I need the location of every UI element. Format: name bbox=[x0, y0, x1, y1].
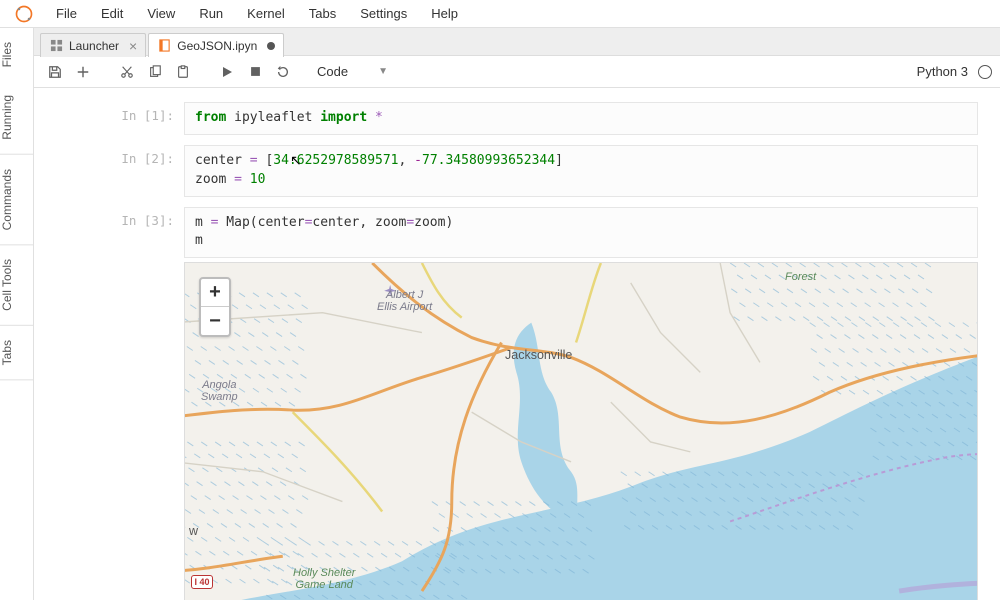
menu-kernel[interactable]: Kernel bbox=[235, 2, 297, 25]
menu-tabs[interactable]: Tabs bbox=[297, 2, 348, 25]
code-input[interactable]: center = [34.6252978589571, -77.34580993… bbox=[184, 145, 978, 197]
map-label-angola: AngolaSwamp bbox=[201, 379, 238, 403]
kernel-indicator-icon[interactable] bbox=[978, 65, 992, 79]
body: FilesRunningCommandsCell ToolsTabs Launc… bbox=[0, 28, 1000, 600]
cell-body: from ipyleaflet import * bbox=[184, 102, 978, 135]
tab-label: Launcher bbox=[69, 39, 119, 53]
menu-settings[interactable]: Settings bbox=[348, 2, 419, 25]
save-button[interactable] bbox=[42, 60, 68, 84]
map-label-holly: Holly ShelterGame Land bbox=[293, 567, 355, 591]
cell-type-select[interactable]: Code ▼ bbox=[310, 61, 395, 82]
cell[interactable]: In [3]:m = Map(center=center, zoom=zoom)… bbox=[34, 205, 1000, 600]
cell-prompt: In [1]: bbox=[34, 102, 184, 135]
kernel-name[interactable]: Python 3 bbox=[917, 64, 968, 79]
menu-edit[interactable]: Edit bbox=[89, 2, 135, 25]
leaflet-map[interactable]: +− Forest Jacksonville Albert JEllis Airpor… bbox=[184, 262, 978, 600]
paste-button[interactable] bbox=[170, 60, 196, 84]
notebook-area[interactable]: In [1]:from ipyleaflet import *In [2]:ce… bbox=[34, 88, 1000, 600]
sidebar-tab-commands[interactable]: Commands bbox=[0, 155, 33, 245]
copy-button[interactable] bbox=[142, 60, 168, 84]
dirty-indicator-icon bbox=[267, 42, 275, 50]
cell-body: m = Map(center=center, zoom=zoom) m +− Fo… bbox=[184, 207, 978, 600]
code-input[interactable]: m = Map(center=center, zoom=zoom) m bbox=[184, 207, 978, 259]
tab-geojson-ipyn[interactable]: GeoJSON.ipyn bbox=[148, 33, 284, 57]
left-sidebar: FilesRunningCommandsCell ToolsTabs bbox=[0, 28, 34, 600]
close-icon[interactable]: × bbox=[129, 38, 137, 54]
jupyter-logo[interactable] bbox=[12, 2, 36, 26]
cell[interactable]: In [1]:from ipyleaflet import * bbox=[34, 100, 1000, 137]
zoom-out-button[interactable]: − bbox=[201, 307, 229, 335]
map-label-jacksonville: Jacksonville bbox=[505, 349, 572, 363]
tab-strip: Launcher × GeoJSON.ipyn bbox=[34, 28, 1000, 56]
menubar: FileEditViewRunKernelTabsSettingsHelp bbox=[0, 0, 1000, 28]
restart-button[interactable] bbox=[270, 60, 296, 84]
menu-file[interactable]: File bbox=[44, 2, 89, 25]
tab-launcher[interactable]: Launcher × bbox=[40, 33, 146, 57]
sidebar-tab-files[interactable]: Files bbox=[0, 28, 33, 81]
highway-shield-icon: I 40 bbox=[191, 575, 213, 589]
cut-button[interactable] bbox=[114, 60, 140, 84]
app-root: FileEditViewRunKernelTabsSettingsHelp Fi… bbox=[0, 0, 1000, 600]
menu-run[interactable]: Run bbox=[187, 2, 235, 25]
sidebar-tab-tabs[interactable]: Tabs bbox=[0, 326, 33, 380]
zoom-control: +− bbox=[199, 277, 231, 337]
menu-help[interactable]: Help bbox=[419, 2, 470, 25]
sidebar-tab-cell-tools[interactable]: Cell Tools bbox=[0, 245, 33, 326]
cell-body: center = [34.6252978589571, -77.34580993… bbox=[184, 145, 978, 197]
notebook-toolbar: Code ▼ Python 3 bbox=[34, 56, 1000, 88]
code-input[interactable]: from ipyleaflet import * bbox=[184, 102, 978, 135]
notebook-icon bbox=[157, 39, 171, 53]
cell[interactable]: In [2]:center = [34.6252978589571, -77.3… bbox=[34, 143, 1000, 199]
add-cell-button[interactable] bbox=[70, 60, 96, 84]
run-button[interactable] bbox=[214, 60, 240, 84]
chevron-down-icon: ▼ bbox=[378, 66, 388, 77]
zoom-in-button[interactable]: + bbox=[201, 279, 229, 307]
main-panel: Launcher × GeoJSON.ipyn Code ▼ Python 3 bbox=[34, 28, 1000, 600]
map-label-airport: Albert JEllis Airport bbox=[377, 289, 432, 313]
stop-button[interactable] bbox=[242, 60, 268, 84]
map-label-w: w bbox=[189, 525, 198, 539]
map-label-forest: Forest bbox=[785, 271, 816, 283]
tab-label: GeoJSON.ipyn bbox=[177, 39, 257, 53]
sidebar-tab-running[interactable]: Running bbox=[0, 81, 33, 155]
menu-view[interactable]: View bbox=[135, 2, 187, 25]
cell-prompt: In [2]: bbox=[34, 145, 184, 197]
cell-prompt: In [3]: bbox=[34, 207, 184, 600]
launcher-icon bbox=[49, 39, 63, 53]
cell-type-label: Code bbox=[317, 64, 348, 79]
cell-output: +− Forest Jacksonville Albert JEllis Airpor… bbox=[184, 262, 978, 600]
